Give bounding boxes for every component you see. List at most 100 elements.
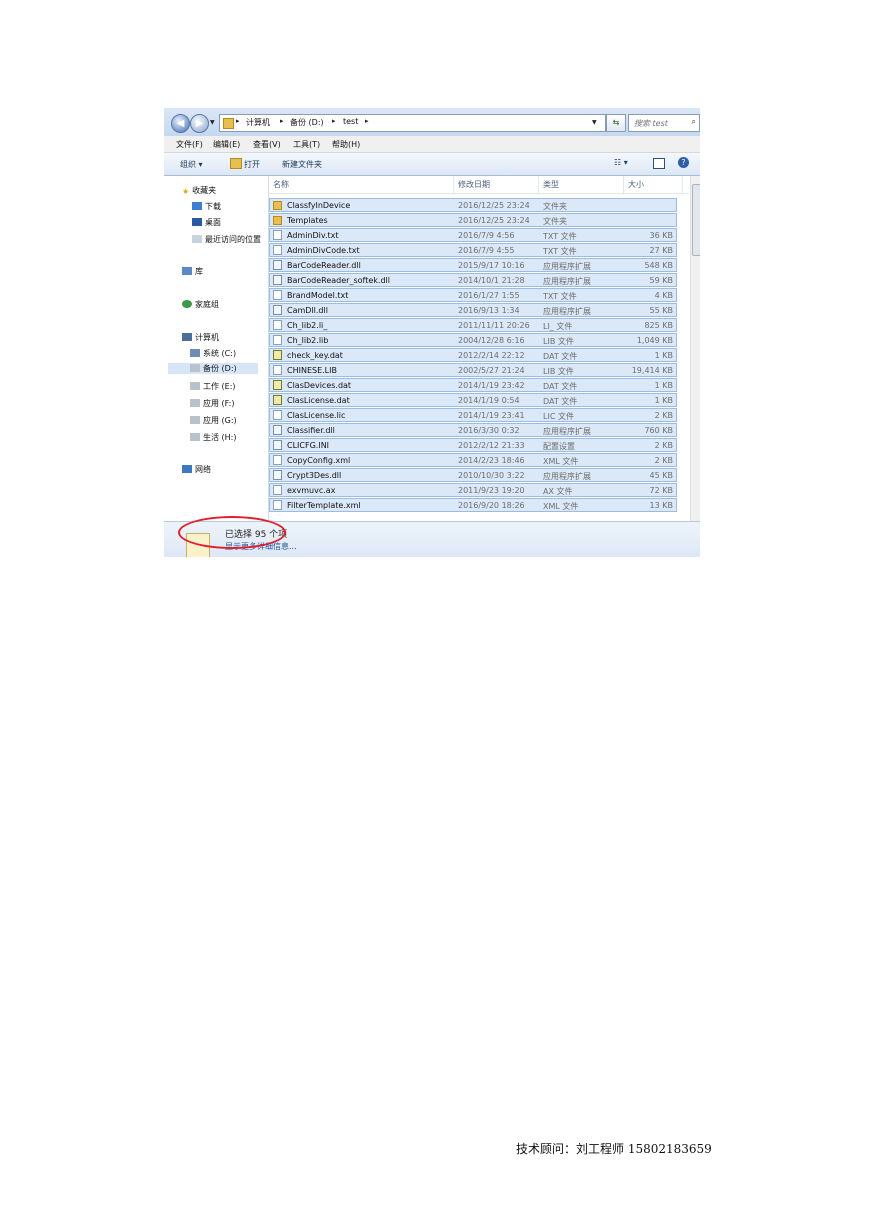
file-row[interactable]: BarCodeReader_softek.dll 2014/10/1 21:28 应… [269, 273, 677, 287]
file-type: 应用程序扩展 [543, 262, 591, 271]
file-size: 760 KB [644, 426, 673, 435]
column-separator[interactable] [623, 176, 624, 193]
column-separator[interactable] [682, 176, 683, 193]
file-date: 2016/12/25 23:24 [458, 201, 530, 210]
nav-favorites[interactable]: ★ 收藏夹 [182, 185, 216, 196]
star-icon: ★ [182, 187, 190, 196]
file-date: 2015/9/17 10:16 [458, 261, 525, 270]
search-input[interactable]: 搜索 test ⌕ [628, 114, 700, 132]
menu-edit[interactable]: 编辑(E) [213, 139, 240, 150]
file-row[interactable]: BarCodeReader.dll 2015/9/17 10:16 应用程序扩展 54… [269, 258, 677, 272]
file-name: FilterTemplate.xml [287, 501, 361, 510]
menu-help[interactable]: 帮助(H) [332, 139, 360, 150]
menu-tools[interactable]: 工具(T) [293, 139, 320, 150]
nav-drive-g[interactable]: 应用 (G:) [190, 415, 237, 426]
nav-drive-e[interactable]: 工作 (E:) [190, 381, 236, 392]
file-row[interactable]: ClasLicense.dat 2014/1/19 0:54 DAT 文件 1 KB [269, 393, 677, 407]
dll-icon [273, 260, 282, 270]
chevron-right-icon[interactable]: ▸ [280, 117, 284, 125]
folder-icon [273, 201, 282, 210]
file-row[interactable]: ClasLicense.lic 2014/1/19 23:41 LIC 文件 2 KB [269, 408, 677, 422]
file-row[interactable]: Classifier.dll 2016/3/30 0:32 应用程序扩展 760 KB [269, 423, 677, 437]
preview-pane-icon[interactable] [653, 158, 665, 169]
organize-button[interactable]: 组织 ▾ [180, 159, 203, 170]
nav-drive-c[interactable]: 系统 (C:) [190, 348, 236, 359]
file-row[interactable]: Templates 2016/12/25 23:24 文件夹 [269, 213, 677, 227]
file-row[interactable]: CamDll.dll 2016/9/13 1:34 应用程序扩展 55 KB [269, 303, 677, 317]
breadcrumb-test[interactable]: test [343, 117, 358, 126]
scrollbar-thumb[interactable] [692, 184, 700, 256]
nav-homegroup[interactable]: 家庭组 [182, 299, 219, 310]
forward-button[interactable]: ▶ [190, 114, 209, 133]
new-folder-button[interactable]: 新建文件夹 [282, 159, 322, 170]
file-row[interactable]: AdminDivCode.txt 2016/7/9 4:55 TXT 文件 27 KB [269, 243, 677, 257]
file-row[interactable]: Crypt3Des.dll 2010/10/30 3:22 应用程序扩展 45 KB [269, 468, 677, 482]
refresh-button[interactable]: ⇆ [606, 114, 626, 132]
chevron-right-icon[interactable]: ▸ [365, 117, 369, 125]
chevron-right-icon[interactable]: ▸ [236, 117, 240, 125]
file-type: 应用程序扩展 [543, 472, 591, 481]
file-row[interactable]: ClasDevices.dat 2014/1/19 23:42 DAT 文件 1 KB [269, 378, 677, 392]
file-row[interactable]: Ch_lib2.lib 2004/12/28 6:16 LIB 文件 1,049 KB [269, 333, 677, 347]
help-icon[interactable]: ? [678, 157, 689, 168]
nav-downloads[interactable]: 下载 [192, 201, 221, 212]
file-type: TXT 文件 [543, 247, 577, 256]
file-size: 2 KB [654, 456, 673, 465]
column-date[interactable]: 修改日期 [458, 179, 490, 190]
breadcrumb-computer[interactable]: 计算机 [246, 117, 270, 128]
nav-recent[interactable]: 最近访问的位置 [192, 234, 261, 245]
file-row[interactable]: CLICFG.INI 2012/2/12 21:33 配置设置 2 KB [269, 438, 677, 452]
text-file-icon [273, 290, 282, 300]
file-type: LI_ 文件 [543, 322, 573, 331]
column-separator[interactable] [538, 176, 539, 193]
back-button[interactable]: ◀ [171, 114, 190, 133]
file-date: 2016/7/9 4:56 [458, 231, 515, 240]
nav-label: 家庭组 [195, 300, 219, 309]
file-type: 应用程序扩展 [543, 427, 591, 436]
recent-pages-dropdown-icon[interactable]: ▼ [210, 119, 215, 126]
file-icon [273, 455, 282, 465]
file-name: CHINESE.LIB [287, 366, 337, 375]
menu-view[interactable]: 查看(V) [253, 139, 281, 150]
file-row[interactable]: ClassfyInDevice 2016/12/25 23:24 文件夹 [269, 198, 677, 212]
file-row[interactable]: CopyConfig.xml 2014/2/23 18:46 XML 文件 2 KB [269, 453, 677, 467]
column-separator[interactable] [453, 176, 454, 193]
nav-drive-f[interactable]: 应用 (F:) [190, 398, 234, 409]
nav-drive-h[interactable]: 生活 (H:) [190, 432, 237, 443]
nav-computer[interactable]: 计算机 [182, 332, 219, 343]
vertical-scrollbar[interactable] [690, 176, 700, 521]
view-options-icon[interactable]: ☷ ▾ [614, 158, 628, 167]
file-row[interactable]: CHINESE.LIB 2002/5/27 21:24 LIB 文件 19,414 K… [269, 363, 677, 377]
file-icon [273, 410, 282, 420]
text-file-icon [273, 230, 282, 240]
chevron-right-icon[interactable]: ▸ [332, 117, 336, 125]
file-name: Crypt3Des.dll [287, 471, 342, 480]
nav-network[interactable]: 网络 [182, 464, 211, 475]
path-dropdown-icon[interactable]: ▼ [592, 119, 597, 126]
file-icon [273, 485, 282, 495]
nav-drive-d[interactable]: 备份 (D:) [168, 363, 258, 374]
nav-label: 系统 (C:) [203, 349, 237, 358]
nav-desktop[interactable]: 桌面 [192, 217, 221, 228]
file-row[interactable]: check_key.dat 2012/2/14 22:12 DAT 文件 1 KB [269, 348, 677, 362]
file-row[interactable]: BrandModel.txt 2016/1/27 1:55 TXT 文件 4 KB [269, 288, 677, 302]
file-size: 1 KB [654, 381, 673, 390]
open-button[interactable]: 打开 [244, 159, 260, 170]
column-name[interactable]: 名称 [273, 179, 289, 190]
column-size[interactable]: 大小 [628, 179, 644, 190]
open-icon [230, 158, 242, 169]
file-date: 2004/12/28 6:16 [458, 336, 525, 345]
column-type[interactable]: 类型 [543, 179, 559, 190]
footer-contact: 技术顾问：刘工程师 15802183659 [516, 1142, 712, 1156]
search-icon[interactable]: ⌕ [692, 117, 696, 127]
breadcrumb-drive-d[interactable]: 备份 (D:) [290, 117, 324, 128]
file-row[interactable]: AdminDiv.txt 2016/7/9 4:56 TXT 文件 36 KB [269, 228, 677, 242]
path-box[interactable]: ▸ 计算机 ▸ 备份 (D:) ▸ test ▸ ▼ [219, 114, 606, 132]
file-row[interactable]: exvmuvc.ax 2011/9/23 19:20 AX 文件 72 KB [269, 483, 677, 497]
menu-file[interactable]: 文件(F) [176, 139, 203, 150]
nav-libraries[interactable]: 库 [182, 266, 203, 277]
file-row[interactable]: FilterTemplate.xml 2016/9/20 18:26 XML 文件 1… [269, 498, 677, 512]
file-size: 4 KB [654, 291, 673, 300]
file-row[interactable]: Ch_lib2.li_ 2011/11/11 20:26 LI_ 文件 825 KB [269, 318, 677, 332]
drive-icon [190, 364, 200, 372]
